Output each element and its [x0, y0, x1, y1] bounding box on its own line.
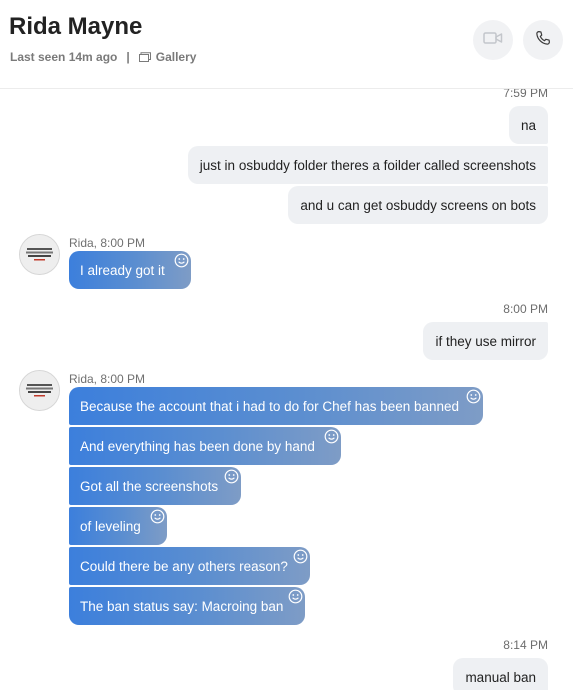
timestamp: 7:59 PM [503, 89, 548, 100]
avatar[interactable] [19, 234, 60, 275]
avatar[interactable] [19, 370, 60, 411]
add-reaction-icon[interactable] [288, 589, 303, 604]
incoming-message[interactable]: And everything has been done by hand [69, 427, 341, 465]
incoming-message[interactable]: of leveling [69, 507, 167, 545]
message-list[interactable]: 7:59 PM na just in osbuddy folder theres… [0, 89, 573, 690]
add-reaction-icon[interactable] [293, 549, 308, 564]
incoming-message[interactable]: Because the account that i had to do for… [69, 387, 483, 425]
message-text: Because the account that i had to do for… [80, 398, 460, 414]
message-text: of leveling [80, 518, 141, 534]
avatar-image [20, 235, 59, 274]
incoming-message[interactable]: Could there be any others reason? [69, 547, 310, 585]
gallery-link[interactable]: Gallery [156, 50, 197, 64]
contact-status-line: Last seen 14m ago | Gallery [10, 50, 196, 64]
outgoing-message[interactable]: if they use mirror [423, 322, 548, 360]
timestamp: 8:00 PM [503, 302, 548, 316]
outgoing-message[interactable]: na [508, 106, 548, 144]
last-seen-status: Last seen 14m ago [10, 50, 118, 64]
chat-header: Rida Mayne Last seen 14m ago | Gallery [0, 0, 573, 89]
message-text: I already got it [80, 262, 165, 278]
add-reaction-icon[interactable] [150, 509, 165, 524]
message-text: Got all the screenshots [80, 478, 219, 494]
incoming-message[interactable]: Got all the screenshots [69, 467, 241, 505]
add-reaction-icon[interactable] [224, 469, 239, 484]
message-text: The ban status say: Macroing ban [80, 598, 284, 614]
add-reaction-icon[interactable] [324, 429, 339, 444]
audio-call-button[interactable] [523, 20, 563, 60]
separator: | [126, 50, 130, 64]
timestamp: 8:14 PM [503, 638, 548, 652]
incoming-message[interactable]: The ban status say: Macroing ban [69, 587, 305, 625]
sender-meta: Rida, 8:00 PM [69, 372, 146, 386]
message-text: And everything has been done by hand [80, 438, 315, 454]
add-reaction-icon[interactable] [466, 389, 481, 404]
add-reaction-icon[interactable] [174, 253, 189, 268]
message-text: Could there be any others reason? [80, 558, 288, 574]
sender-meta: Rida, 8:00 PM [69, 236, 146, 250]
video-call-button[interactable] [473, 20, 513, 60]
phone-call-icon [534, 29, 552, 52]
outgoing-message[interactable]: and u can get osbuddy screens on bots [288, 186, 548, 224]
contact-name[interactable]: Rida Mayne [9, 13, 142, 41]
video-call-icon [483, 31, 503, 50]
outgoing-message[interactable]: manual ban [453, 658, 548, 690]
avatar-image [20, 371, 59, 410]
incoming-message[interactable]: I already got it [69, 251, 191, 289]
outgoing-message[interactable]: just in osbuddy folder theres a foilder … [187, 146, 548, 184]
gallery-icon[interactable] [138, 52, 151, 62]
